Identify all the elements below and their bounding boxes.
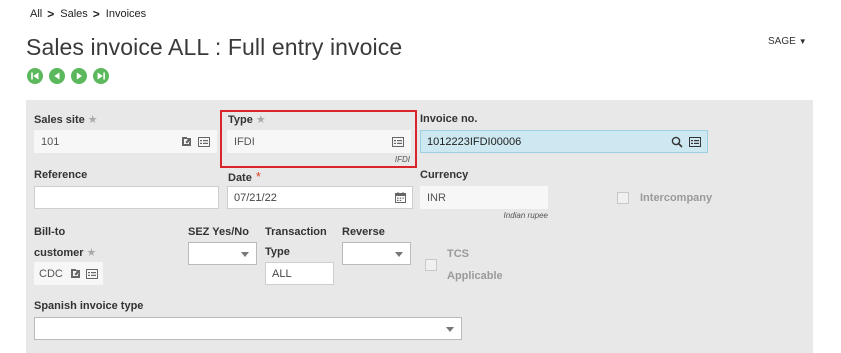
page-title: Sales invoice ALL : Full entry invoice — [26, 34, 403, 60]
currency-label: Currency — [420, 169, 469, 181]
bill-to-label-line1: Bill-to — [34, 226, 66, 238]
next-record-icon[interactable] — [71, 68, 87, 84]
first-record-icon[interactable] — [27, 68, 43, 84]
required-star-icon: * — [255, 169, 261, 184]
selection-list-icon[interactable] — [86, 268, 98, 279]
selection-list-icon[interactable] — [198, 136, 210, 147]
search-icon[interactable] — [671, 136, 683, 148]
last-record-icon[interactable] — [93, 68, 109, 84]
sez-label: SEZ Yes/No — [188, 226, 249, 238]
sales-site-field[interactable]: 101 — [34, 130, 217, 153]
reverse-select[interactable] — [342, 242, 411, 265]
dropdown-arrow-icon — [241, 252, 249, 257]
sage-menu[interactable]: SAGE ▼ — [768, 36, 807, 47]
previous-record-icon[interactable] — [49, 68, 65, 84]
invoice-no-value: 1012223IFDI00006 — [427, 135, 522, 148]
caret-down-icon: ▼ — [798, 37, 807, 46]
spanish-invoice-type-label: Spanish invoice type — [34, 300, 144, 312]
optional-star-icon: ★ — [87, 114, 98, 126]
type-highlight-box — [220, 110, 417, 168]
intercompany-checkbox[interactable] — [617, 192, 629, 204]
date-label: Date * — [228, 169, 261, 184]
breadcrumb-separator-icon: > — [92, 7, 100, 21]
calendar-icon[interactable] — [395, 192, 406, 203]
breadcrumb-invoices[interactable]: Invoices — [106, 8, 146, 20]
transaction-type-input[interactable]: ALL — [265, 262, 334, 285]
tcs-label-line1: TCS — [447, 248, 469, 260]
breadcrumb: All > Sales > Invoices — [30, 7, 146, 21]
reference-input[interactable] — [34, 186, 219, 209]
breadcrumb-sales[interactable]: Sales — [60, 8, 88, 20]
reference-label: Reference — [34, 169, 88, 181]
intercompany-label: Intercompany — [640, 192, 713, 204]
jump-to-icon[interactable] — [181, 136, 192, 147]
date-value: 07/21/22 — [234, 191, 277, 204]
currency-value: INR — [427, 191, 446, 204]
bill-to-customer-value: CDC — [39, 267, 63, 280]
invoice-no-label: Invoice no. — [420, 113, 478, 125]
transaction-type-label-line2: Type — [265, 246, 290, 258]
optional-star-icon: ★ — [86, 247, 97, 259]
breadcrumb-all[interactable]: All — [30, 8, 42, 20]
dropdown-arrow-icon — [446, 327, 454, 332]
currency-description: Indian rupee — [503, 211, 548, 220]
jump-to-icon[interactable] — [70, 268, 81, 279]
spanish-invoice-type-select[interactable] — [34, 317, 462, 340]
breadcrumb-separator-icon: > — [47, 7, 55, 21]
sales-site-value: 101 — [41, 135, 60, 148]
sage-menu-label: SAGE — [768, 36, 796, 47]
dropdown-arrow-icon — [395, 252, 403, 257]
sales-site-label: Sales site ★ — [34, 114, 98, 126]
bill-to-customer-field[interactable]: CDC — [34, 262, 103, 285]
sez-select[interactable] — [188, 242, 257, 265]
record-navigation — [27, 68, 109, 84]
tcs-label-line2: Applicable — [447, 270, 503, 282]
transaction-type-label-line1: Transaction — [265, 226, 327, 238]
tcs-applicable-checkbox[interactable] — [425, 259, 437, 271]
bill-to-label-line2: customer ★ — [34, 247, 97, 259]
invoice-no-field[interactable]: 1012223IFDI00006 — [420, 130, 708, 153]
transaction-type-value: ALL — [272, 267, 292, 280]
currency-field[interactable]: INR — [420, 186, 548, 209]
date-input[interactable]: 07/21/22 — [227, 186, 413, 209]
selection-list-icon[interactable] — [689, 136, 701, 147]
reverse-label: Reverse — [342, 226, 385, 238]
